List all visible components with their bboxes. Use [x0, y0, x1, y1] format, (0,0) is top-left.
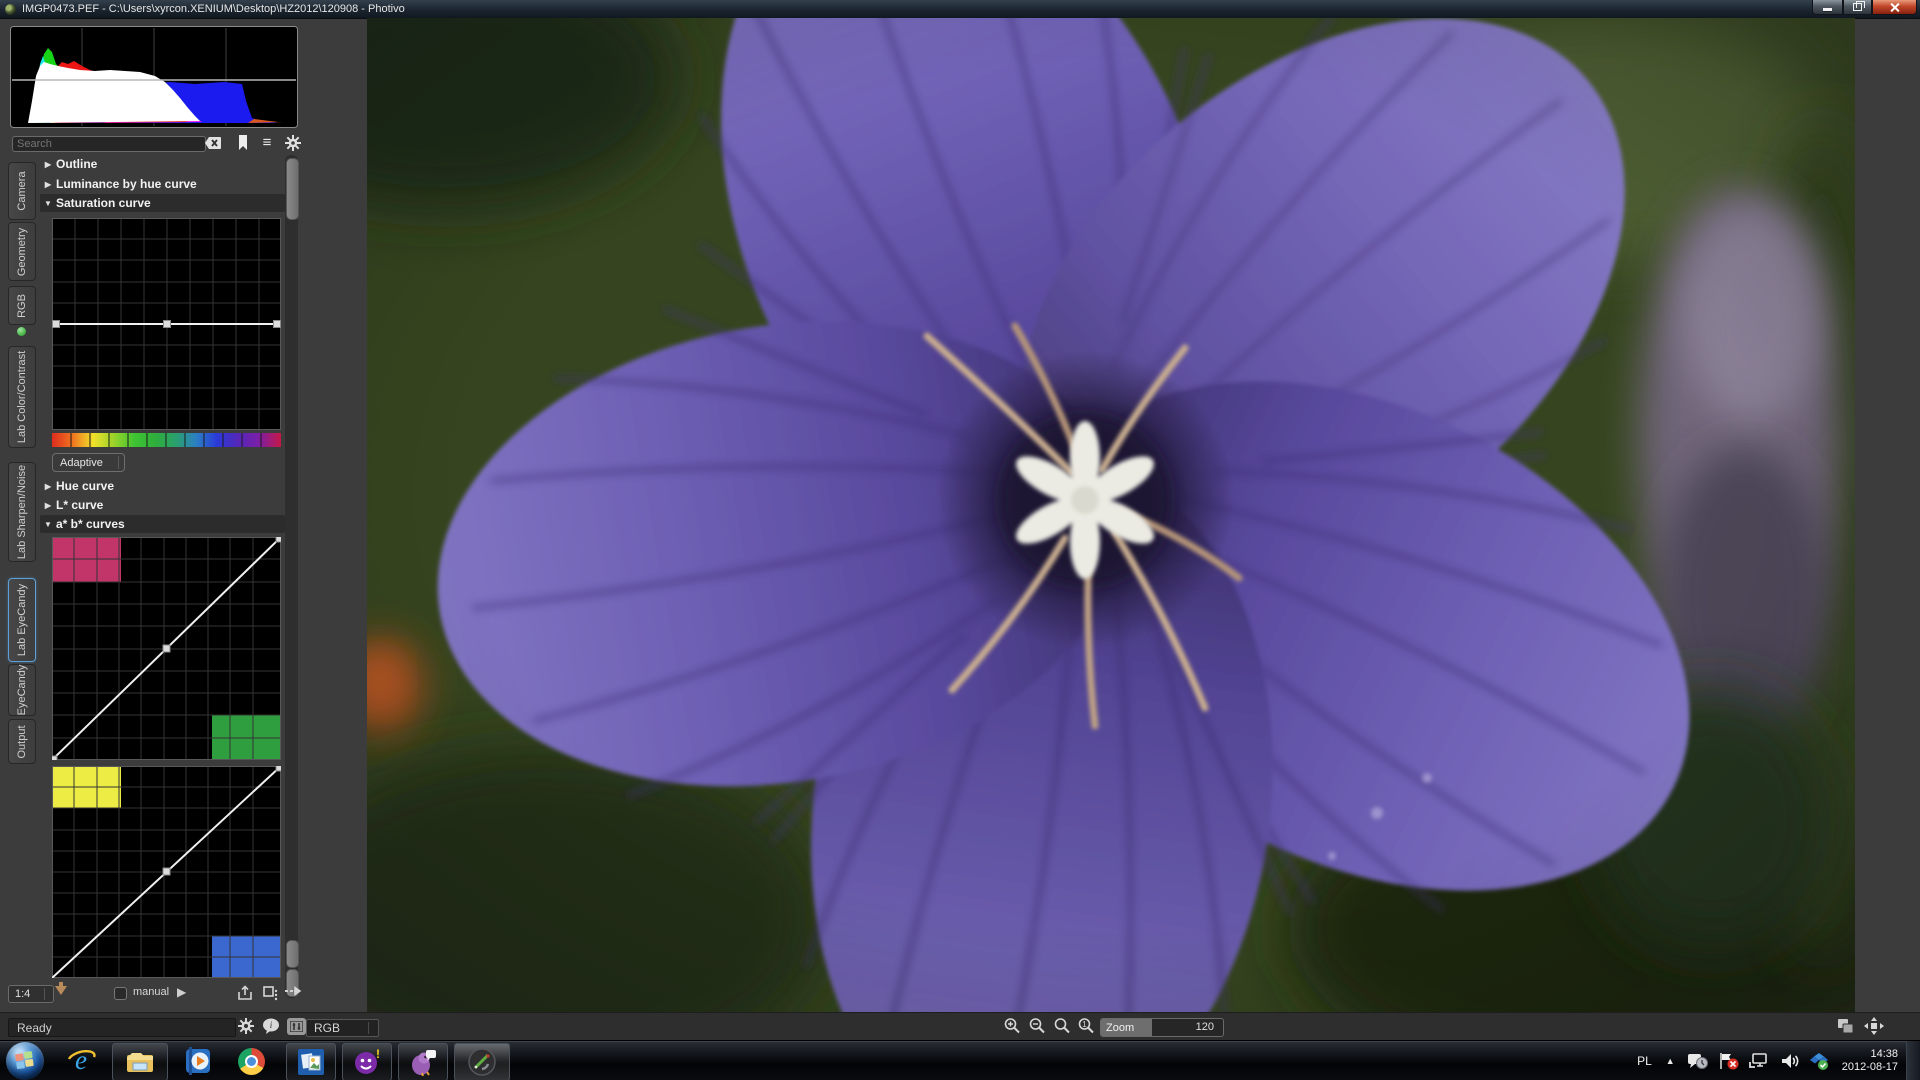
b-curve-editor[interactable] [52, 766, 281, 983]
play-icon[interactable]: ▶ [177, 985, 186, 999]
section-lstar-curve[interactable]: ▶ L* curve [40, 496, 285, 514]
close-button[interactable] [1872, 0, 1917, 15]
collapse-arrow-icon: ▶ [40, 482, 56, 491]
close-icon [1889, 3, 1900, 12]
tab-rgb[interactable]: RGB [8, 286, 36, 325]
tab-lab-sharpen-noise[interactable]: Lab Sharpen/Noise [8, 462, 36, 562]
volume-icon[interactable] [1780, 1052, 1800, 1070]
system-tray: PL ▲ 14:38 2012-08-17 [1637, 1041, 1920, 1080]
taskbar-internet-explorer[interactable]: e [60, 1043, 102, 1079]
status-message: Ready [8, 1018, 236, 1037]
svg-text:1: 1 [1082, 1020, 1087, 1029]
hue-gradient-bar [52, 433, 281, 452]
tray-expand-icon[interactable]: ▲ [1666, 1056, 1675, 1066]
expand-arrow-icon: ▼ [40, 520, 56, 529]
tab-lab-eyecandy[interactable]: Lab EyeCandy [8, 578, 36, 662]
tab-eyecandy[interactable]: EyeCandy [8, 664, 36, 716]
manual-label: manual [133, 986, 169, 998]
taskbar-yahoo-messenger[interactable]: ! [342, 1043, 392, 1080]
copy-settings-icon[interactable] [261, 984, 279, 1005]
taskbar-media-player[interactable] [178, 1043, 220, 1079]
zoom-100-icon[interactable]: 1 [1077, 1017, 1095, 1040]
svg-text:!: ! [376, 1048, 380, 1061]
windows-logo-icon [15, 1052, 35, 1070]
taskbar-photivo[interactable] [454, 1043, 510, 1080]
panel-scrollbar[interactable] [285, 155, 298, 998]
saturation-curve-editor[interactable] [52, 218, 281, 435]
batch-pages-icon[interactable] [1836, 1017, 1856, 1040]
restore-icon [1853, 3, 1862, 11]
collapse-arrow-icon: ▶ [40, 180, 56, 189]
tab-output[interactable]: Output [8, 719, 36, 764]
photivo-window: IMGP0473.PEF - C:\Users\xyrcon.XENIUM\De… [0, 0, 1920, 1080]
show-desktop-button[interactable] [1906, 1041, 1920, 1080]
dropbox-icon[interactable] [1809, 1051, 1829, 1071]
clear-search-icon[interactable] [204, 134, 222, 152]
windows-taskbar: e ! PL ▲ [0, 1040, 1920, 1080]
taskbar-photo-viewer[interactable] [286, 1043, 336, 1080]
pipe-size-select[interactable]: 1:4 [8, 985, 54, 1003]
scrollbar-thumb[interactable] [286, 158, 299, 220]
scrollbar-button-up[interactable] [286, 940, 299, 968]
section-saturation-curve[interactable]: ▼ Saturation curve [40, 194, 285, 212]
taskbar-chrome[interactable] [230, 1043, 272, 1079]
histogram-panel[interactable] [10, 26, 298, 128]
adaptive-button[interactable]: Adaptive [52, 453, 125, 472]
colorspace-select[interactable]: RGB [306, 1019, 379, 1037]
histogram-chart [10, 26, 298, 128]
zoom-fit-icon[interactable] [1053, 1017, 1071, 1040]
zoom-out-icon[interactable] [1028, 1017, 1046, 1040]
gear-icon[interactable] [284, 134, 302, 152]
tab-lab-color-contrast[interactable]: Lab Color/Contrast [8, 346, 36, 448]
search-input[interactable] [12, 136, 206, 152]
network-icon[interactable] [1749, 1052, 1771, 1070]
section-ab-curves[interactable]: ▼ a* b* curves [40, 515, 285, 533]
forward-arrow-icon[interactable] [284, 984, 302, 1001]
clock-date: 2012-08-17 [1842, 1061, 1898, 1074]
status-bar: Ready i RGB 1 Zoom 120 [0, 1012, 1920, 1041]
taskbar-windows-explorer[interactable] [112, 1043, 168, 1080]
messenger-tray-icon[interactable] [1687, 1052, 1709, 1070]
pan-move-icon[interactable] [1864, 1017, 1884, 1040]
settings-gear-icon[interactable] [237, 1017, 255, 1040]
expand-arrow-icon: ▼ [40, 199, 56, 208]
minimize-icon [1823, 8, 1832, 11]
collapse-arrow-icon: ▶ [40, 501, 56, 510]
collapse-arrow-icon: ▶ [40, 160, 56, 169]
clock-time: 14:38 [1842, 1048, 1898, 1061]
clock[interactable]: 14:38 2012-08-17 [1842, 1048, 1898, 1074]
photo-balloon-flower [367, 18, 1855, 1012]
a-curve-editor[interactable] [52, 537, 281, 765]
section-hue-curve[interactable]: ▶ Hue curve [40, 477, 285, 495]
zoom-value: 120 [1196, 1021, 1214, 1033]
start-button[interactable] [6, 1042, 44, 1080]
minimize-button[interactable] [1812, 0, 1843, 15]
window-controls [1812, 0, 1917, 15]
zoom-slider[interactable]: Zoom 120 [1100, 1018, 1224, 1037]
language-indicator[interactable]: PL [1637, 1054, 1652, 1068]
photivo-app-icon [5, 4, 16, 15]
rgb-active-dot [17, 327, 26, 336]
title-bar[interactable]: IMGP0473.PEF - C:\Users\xyrcon.XENIUM\De… [0, 0, 1920, 19]
window-title: IMGP0473.PEF - C:\Users\xyrcon.XENIUM\De… [22, 3, 405, 15]
image-canvas[interactable] [367, 18, 1855, 1012]
pipe-controls: 1:4 manual ▶ [0, 982, 366, 1008]
restore-button[interactable] [1843, 0, 1872, 15]
tab-camera[interactable]: Camera [8, 162, 36, 220]
section-outline[interactable]: ▶ Outline [40, 155, 285, 173]
info-bubble-icon[interactable]: i [262, 1017, 281, 1040]
taskbar-pidgin[interactable] [398, 1043, 448, 1080]
zoom-label: Zoom [1101, 1019, 1152, 1036]
tab-geometry[interactable]: Geometry [8, 222, 36, 281]
section-luminance-by-hue[interactable]: ▶ Luminance by hue curve [40, 175, 285, 193]
detail-view-button[interactable] [287, 1018, 306, 1035]
export-icon[interactable] [236, 984, 254, 1005]
zoom-in-icon[interactable] [1003, 1017, 1021, 1040]
bookmark-icon[interactable] [234, 134, 252, 152]
run-pipe-arrow-icon[interactable] [55, 986, 67, 995]
action-center-flag-icon[interactable] [1718, 1052, 1740, 1070]
menu-icon[interactable]: ≡ [258, 134, 276, 152]
manual-checkbox[interactable] [114, 987, 127, 1000]
